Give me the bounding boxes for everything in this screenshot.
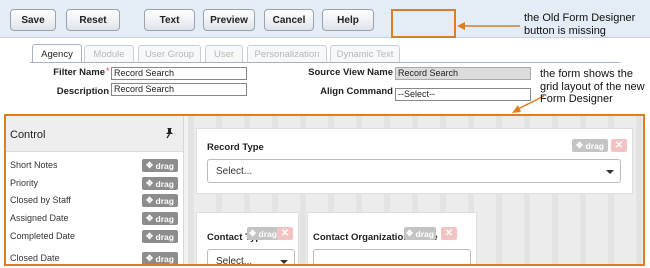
tab-user[interactable]: User [205, 45, 243, 63]
record-type-card[interactable]: Record Type ✥ drag ✕ Select... [196, 128, 633, 194]
control-name: Priority [10, 178, 39, 188]
close-icon[interactable]: ✕ [611, 139, 627, 152]
control-name: Completed Date [10, 231, 76, 241]
control-panel: Control Short Notes ✥ drag Priority ✥ dr… [6, 116, 184, 264]
control-item: Short Notes ✥ drag [10, 159, 178, 173]
control-panel-title: Control [10, 129, 46, 141]
source-view-label: Source View Name [308, 67, 393, 78]
control-item: Completed Date ✥ drag [10, 230, 178, 244]
control-name: Assigned Date [10, 213, 69, 223]
control-item: Assigned Date ✥ drag [10, 212, 178, 226]
align-command-label: Align Command [320, 86, 393, 97]
tab-divider [30, 62, 620, 63]
control-panel-header: Control [6, 116, 183, 152]
control-item: Priority ✥ drag [10, 177, 178, 191]
contact-type-select[interactable]: Select... [207, 249, 295, 264]
control-name: Short Notes [10, 160, 58, 170]
filter-name-label: Filter Name [53, 67, 105, 78]
drag-icon: ✥ [146, 213, 156, 223]
filter-name-input[interactable]: Record Search [111, 67, 247, 80]
drag-handle[interactable]: ✥ drag [142, 194, 178, 207]
drag-icon: ✥ [146, 195, 156, 205]
drag-icon: ✥ [146, 160, 156, 170]
form-designer: Control Short Notes ✥ drag Priority ✥ dr… [4, 114, 645, 266]
tab-dynamic-text[interactable]: Dynamic Text [330, 45, 400, 63]
record-type-title: Record Type [207, 142, 264, 153]
drag-handle[interactable]: ✥ drag [142, 252, 178, 264]
drag-icon: ✥ [406, 228, 416, 238]
drag-icon: ✥ [146, 178, 156, 188]
tab-personalization[interactable]: Personalization [247, 45, 327, 63]
tab-user-group[interactable]: User Group [138, 45, 201, 63]
control-name: Closed by Staff [10, 195, 71, 205]
drag-icon: ✥ [146, 231, 156, 241]
contact-type-card[interactable]: Contact Type ✥ drag ✕ Select... [196, 212, 299, 264]
drag-icon: ✥ [249, 228, 259, 238]
drag-handle[interactable]: ✥ drag [247, 227, 279, 240]
designer-grid: Record Type ✥ drag ✕ Select... Contact T… [188, 116, 643, 264]
drag-handle[interactable]: ✥ drag [404, 227, 436, 240]
drag-handle[interactable]: ✥ drag [572, 139, 608, 152]
missing-button-note: the Old Form Designer button is missing [524, 12, 636, 37]
drag-handle[interactable]: ✥ drag [142, 212, 178, 225]
required-mark: * [106, 66, 110, 76]
align-command-select[interactable]: --Select-- [395, 88, 531, 101]
pin-icon[interactable] [163, 127, 175, 139]
contact-org-input[interactable] [313, 249, 471, 264]
source-view-input: Record Search [395, 67, 531, 80]
chevron-down-icon [606, 170, 614, 174]
tab-module[interactable]: Module [84, 45, 134, 63]
description-label: Description [56, 86, 109, 97]
description-input[interactable]: Record Search [111, 83, 247, 96]
control-item: Closed by Staff ✥ drag [10, 194, 178, 208]
drag-icon: ✥ [576, 140, 586, 150]
close-icon[interactable]: ✕ [441, 227, 457, 240]
tab-agency[interactable]: Agency [32, 44, 82, 63]
grid-layout-note: the form shows the grid layout of the ne… [540, 68, 645, 105]
close-icon[interactable]: ✕ [277, 227, 293, 240]
drag-handle[interactable]: ✥ drag [142, 159, 178, 172]
record-type-select[interactable]: Select... [207, 159, 621, 183]
drag-icon: ✥ [146, 253, 156, 263]
drag-handle[interactable]: ✥ drag [142, 177, 178, 190]
control-item: Closed Date ✥ drag [10, 252, 178, 264]
contact-org-card[interactable]: Contact Organization Name ✥ drag ✕ [307, 212, 477, 264]
control-name: Closed Date [10, 253, 60, 263]
chevron-down-icon [280, 260, 288, 264]
drag-handle[interactable]: ✥ drag [142, 230, 178, 243]
